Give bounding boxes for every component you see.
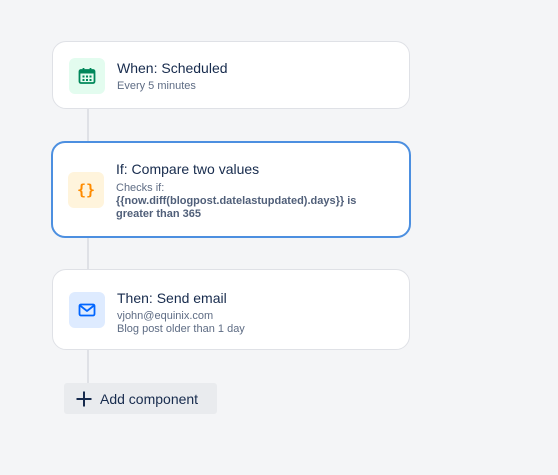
trigger-title: When: Scheduled <box>117 60 228 76</box>
action-recipient: vjohn@equinix.com <box>117 310 214 322</box>
action-title: Then: Send email <box>117 290 227 306</box>
trigger-subtitle: Every 5 minutes <box>117 80 196 92</box>
condition-card[interactable]: {} If: Compare two values Checks if: {{n… <box>51 141 411 238</box>
condition-expression: {{now.diff(blogpost.datelastupdated).day… <box>116 195 357 220</box>
calendar-icon <box>69 58 105 94</box>
curly-braces-icon: {} <box>68 172 104 208</box>
flow-connector <box>87 350 89 384</box>
trigger-card[interactable]: When: Scheduled Every 5 minutes <box>52 41 410 109</box>
add-component-label: Add component <box>100 390 199 407</box>
condition-title: If: Compare two values <box>116 161 260 177</box>
plus-icon <box>74 389 94 409</box>
action-card[interactable]: Then: Send email vjohn@equinix.com Blog … <box>52 269 410 350</box>
condition-line: Checks if: <box>116 182 165 194</box>
action-message: Blog post older than 1 day <box>117 323 245 335</box>
flow-connector <box>87 109 89 142</box>
svg-text:{}: {} <box>77 181 95 199</box>
envelope-icon <box>69 292 105 328</box>
add-component-button[interactable]: Add component <box>64 383 217 414</box>
flow-connector <box>87 238 89 270</box>
